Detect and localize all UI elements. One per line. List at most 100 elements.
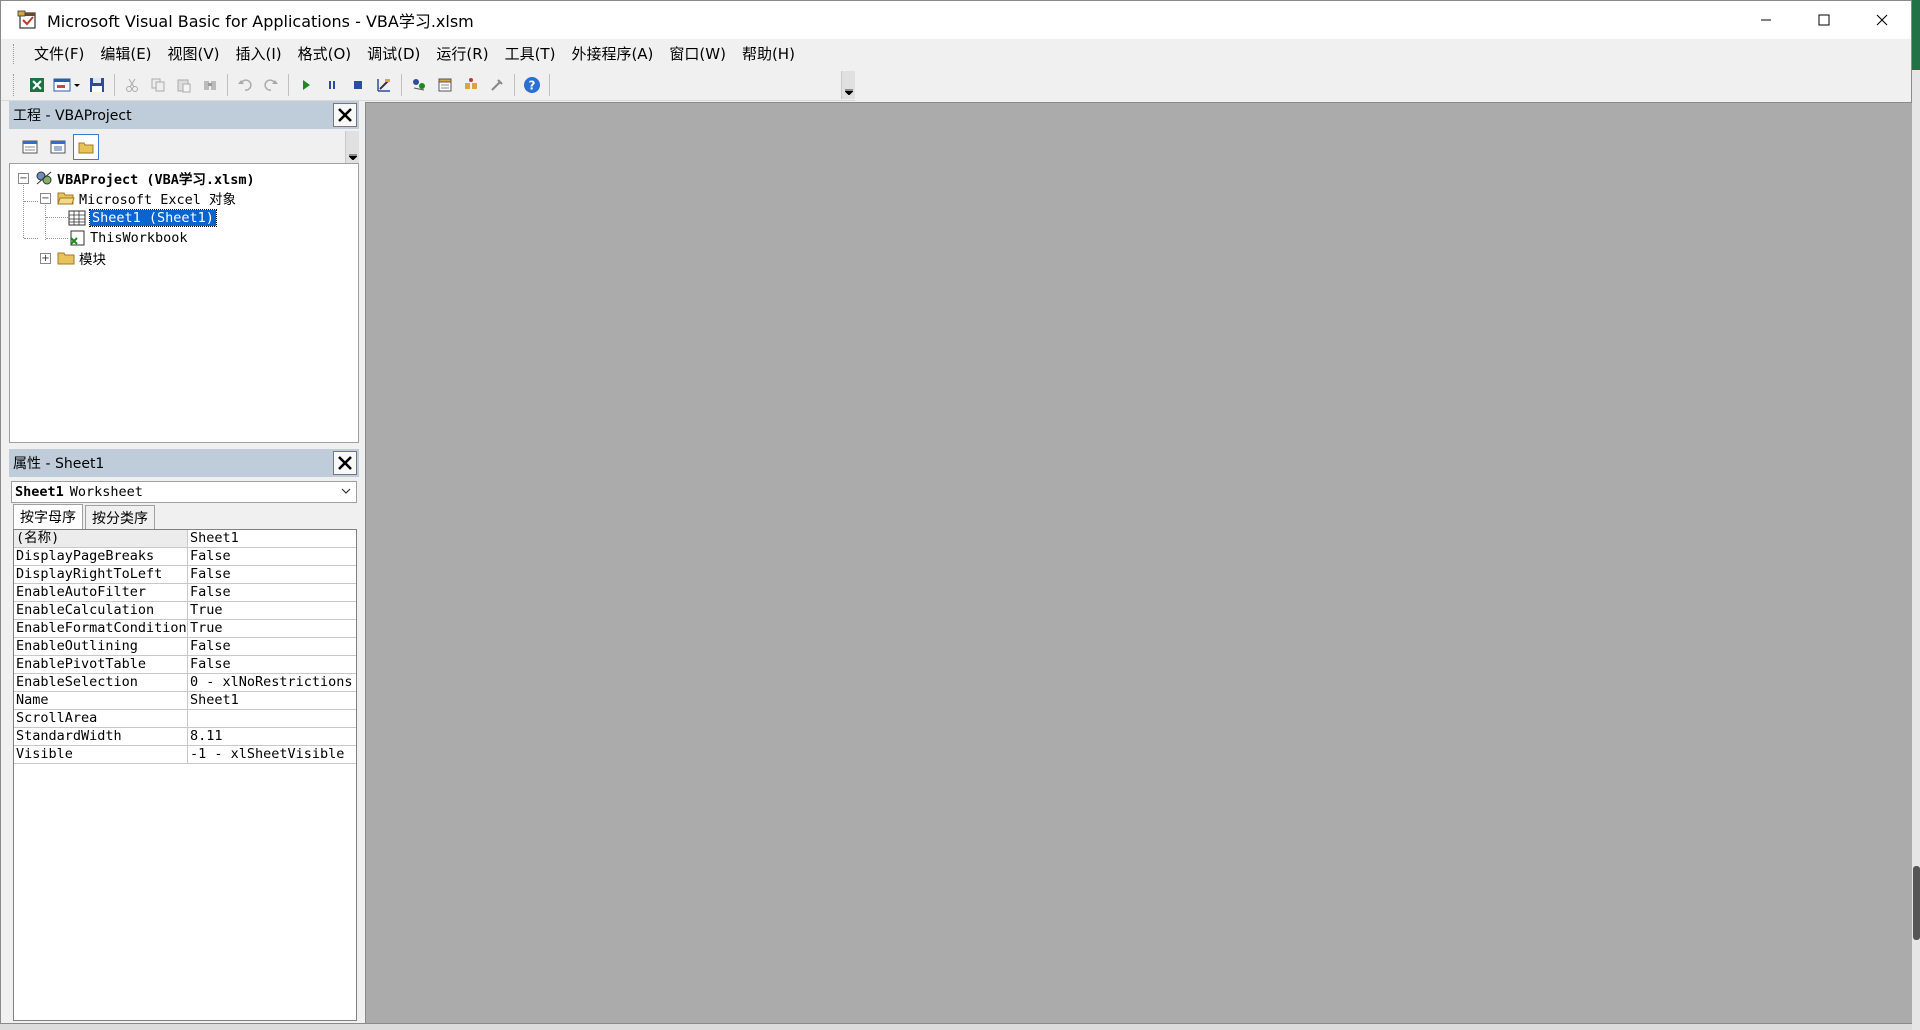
menu-window[interactable]: 窗口(W) xyxy=(661,41,734,67)
properties-pane-title[interactable]: 属性 - Sheet1 xyxy=(9,449,359,477)
run-button[interactable] xyxy=(293,72,319,98)
view-code-button[interactable] xyxy=(17,134,43,160)
project-toolbar-options[interactable] xyxy=(345,131,359,163)
property-row[interactable]: DisplayRightToLeft False xyxy=(14,566,356,584)
property-value[interactable]: Sheet1 xyxy=(188,692,356,709)
maximize-button[interactable] xyxy=(1795,1,1853,39)
property-value[interactable]: False xyxy=(188,638,356,655)
collapse-icon[interactable]: − xyxy=(18,172,29,184)
property-value[interactable]: False xyxy=(188,548,356,565)
tree-node-vbaproject[interactable]: − VBAProject (VBA学习.xlsm) xyxy=(18,168,255,188)
menu-format[interactable]: 格式(O) xyxy=(290,41,360,67)
project-pane-title-text: 工程 - VBAProject xyxy=(13,108,132,124)
property-value[interactable]: -1 - xlSheetVisible xyxy=(188,746,356,763)
close-icon xyxy=(338,456,352,470)
property-row[interactable]: DisplayPageBreaks False xyxy=(14,548,356,566)
property-row[interactable]: ScrollArea xyxy=(14,710,356,728)
menu-edit[interactable]: 编辑(E) xyxy=(92,41,159,67)
property-row[interactable]: EnablePivotTable False xyxy=(14,656,356,674)
properties-tabs: 按字母序 按分类序 xyxy=(13,504,157,529)
project-pane-close-button[interactable] xyxy=(333,103,357,127)
property-name: EnablePivotTable xyxy=(14,656,188,673)
project-pane-title[interactable]: 工程 - VBAProject xyxy=(9,101,359,129)
menu-tools[interactable]: 工具(T) xyxy=(497,41,564,67)
menu-addins[interactable]: 外接程序(A) xyxy=(563,41,661,67)
menu-help[interactable]: 帮助(H) xyxy=(734,41,803,67)
menu-run[interactable]: 运行(R) xyxy=(428,41,496,67)
tab-categorized[interactable]: 按分类序 xyxy=(85,505,155,529)
paste-button[interactable] xyxy=(171,72,197,98)
object-browser-icon xyxy=(465,77,477,89)
collapse-icon[interactable]: − xyxy=(40,192,51,204)
property-value[interactable] xyxy=(188,710,356,727)
property-name: Name xyxy=(14,692,188,709)
tab-alphabetic[interactable]: 按字母序 xyxy=(13,504,83,529)
property-row[interactable]: EnableSelection 0 - xlNoRestrictions xyxy=(14,674,356,692)
properties-pane-title-text: 属性 - Sheet1 xyxy=(13,456,105,472)
properties-window-button[interactable] xyxy=(432,72,458,98)
tree-label-sheet1: Sheet1 (Sheet1) xyxy=(89,209,217,227)
object-browser-button[interactable] xyxy=(458,72,484,98)
object-selector[interactable]: Sheet1 Worksheet xyxy=(11,481,357,503)
menu-grip[interactable] xyxy=(13,44,16,64)
toggle-folders-button[interactable] xyxy=(73,134,99,160)
reset-button[interactable] xyxy=(345,72,371,98)
expand-icon[interactable]: + xyxy=(40,252,51,264)
project-tree: − VBAProject (VBA学习.xlsm) − Microsoft Ex… xyxy=(9,163,359,443)
design-mode-button[interactable] xyxy=(371,72,397,98)
insert-userform-button[interactable] xyxy=(50,72,84,98)
vba-app-icon xyxy=(17,10,36,29)
toolbox-button[interactable] xyxy=(484,72,510,98)
property-row[interactable]: (名称) Sheet1 xyxy=(14,530,356,548)
property-value[interactable]: False xyxy=(188,566,356,583)
break-icon xyxy=(329,80,335,89)
code-workspace[interactable] xyxy=(365,102,1912,1023)
cut-icon xyxy=(126,78,138,92)
property-row[interactable]: EnableOutlining False xyxy=(14,638,356,656)
tree-connector xyxy=(46,217,68,218)
close-button[interactable] xyxy=(1853,1,1911,39)
toolbar-grip[interactable] xyxy=(13,73,16,96)
tree-node-excel-objects[interactable]: − Microsoft Excel 对象 xyxy=(40,188,236,208)
standard-toolbar: ? xyxy=(1,69,855,101)
property-row[interactable]: Name Sheet1 xyxy=(14,692,356,710)
property-name: EnableOutlining xyxy=(14,638,188,655)
title-bar[interactable]: Microsoft Visual Basic for Applications … xyxy=(1,1,1911,39)
view-excel-button[interactable] xyxy=(24,72,50,98)
property-value[interactable]: True xyxy=(188,602,356,619)
property-value[interactable]: Sheet1 xyxy=(188,530,356,547)
tree-node-thisworkbook[interactable]: ThisWorkbook xyxy=(68,228,188,248)
project-explorer-button[interactable] xyxy=(406,72,432,98)
view-code-icon xyxy=(22,140,38,154)
property-value[interactable]: True xyxy=(188,620,356,637)
tree-connector xyxy=(24,201,38,202)
property-value[interactable]: 0 - xlNoRestrictions xyxy=(188,674,356,691)
property-value[interactable]: False xyxy=(188,584,356,601)
property-row[interactable]: EnableFormatConditions True xyxy=(14,620,356,638)
property-row[interactable]: Visible -1 - xlSheetVisible xyxy=(14,746,356,764)
properties-pane-close-button[interactable] xyxy=(333,451,357,475)
save-button[interactable] xyxy=(84,72,110,98)
minimize-button[interactable] xyxy=(1737,1,1795,39)
property-row[interactable]: StandardWidth 8.11 xyxy=(14,728,356,746)
menu-insert[interactable]: 插入(I) xyxy=(228,41,290,67)
property-row[interactable]: EnableCalculation True xyxy=(14,602,356,620)
tree-node-modules[interactable]: + 模块 xyxy=(40,248,106,268)
copy-button[interactable] xyxy=(145,72,171,98)
view-object-button[interactable] xyxy=(45,134,71,160)
undo-button[interactable] xyxy=(232,72,258,98)
menu-view[interactable]: 视图(V) xyxy=(160,41,228,67)
help-button[interactable]: ? xyxy=(519,72,545,98)
property-value[interactable]: False xyxy=(188,656,356,673)
toolbar-options-button[interactable] xyxy=(841,71,855,99)
tree-node-sheet1[interactable]: Sheet1 (Sheet1) xyxy=(68,208,217,228)
property-row[interactable]: EnableAutoFilter False xyxy=(14,584,356,602)
break-button[interactable] xyxy=(319,72,345,98)
redo-icon xyxy=(264,78,278,91)
menu-file[interactable]: 文件(F) xyxy=(26,41,92,67)
find-button[interactable] xyxy=(197,72,223,98)
property-value[interactable]: 8.11 xyxy=(188,728,356,745)
redo-button[interactable] xyxy=(258,72,284,98)
cut-button[interactable] xyxy=(119,72,145,98)
menu-debug[interactable]: 调试(D) xyxy=(359,41,428,67)
